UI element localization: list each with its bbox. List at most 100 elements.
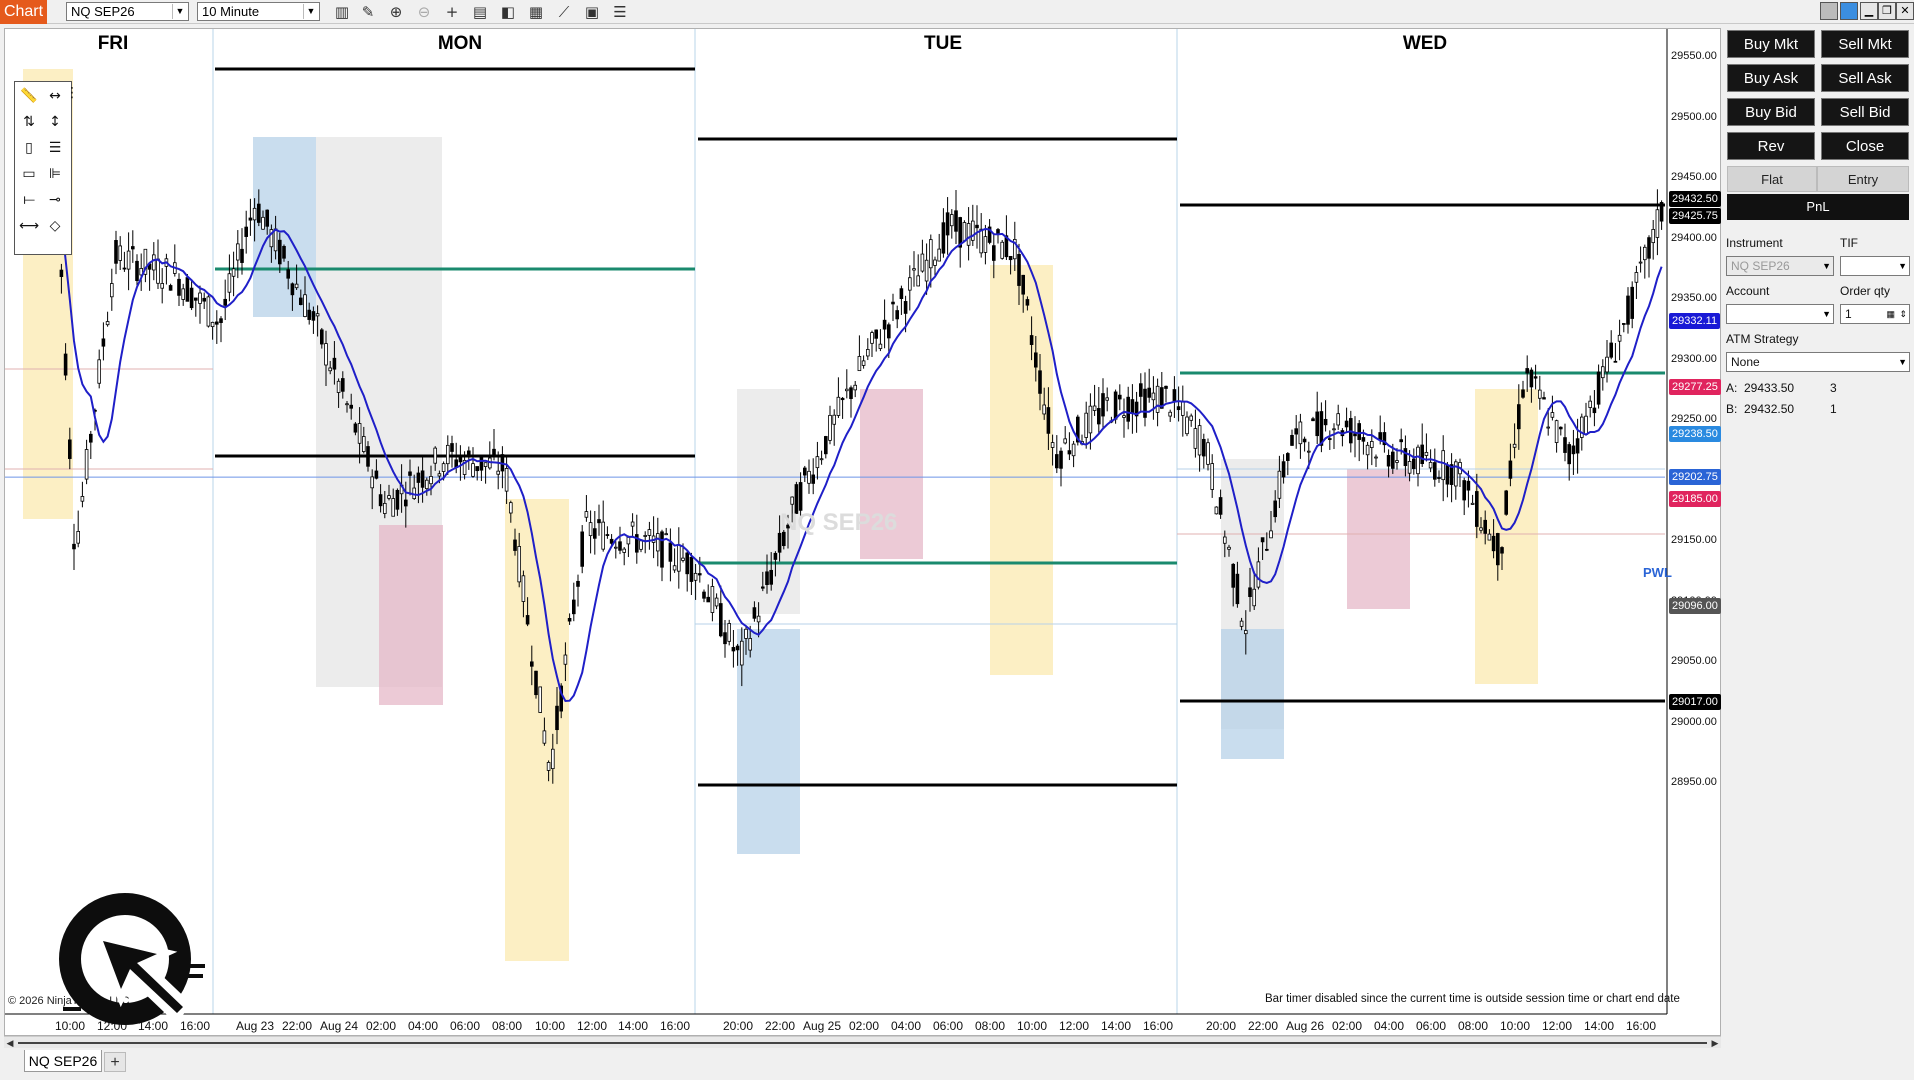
horizontal-measure-icon[interactable]: ↔ xyxy=(43,85,67,107)
candle-body xyxy=(1181,401,1185,416)
crosshair-icon[interactable]: + xyxy=(441,2,463,22)
ruler-icon[interactable]: 📏 xyxy=(17,85,41,107)
minimize-icon[interactable]: ▁ xyxy=(1860,2,1878,20)
restore-icon[interactable]: ❐ xyxy=(1878,2,1896,20)
scrollbar-thumb[interactable] xyxy=(18,1042,1707,1044)
candle-body xyxy=(420,470,425,488)
candle-body xyxy=(1097,408,1101,425)
bar-type-icon[interactable]: ▥ xyxy=(331,2,353,22)
sell-market-button[interactable]: Sell Mkt xyxy=(1821,30,1909,58)
candle-body xyxy=(1420,444,1425,465)
line-segment-icon[interactable]: ⟝ xyxy=(17,189,41,211)
ray-icon[interactable]: ⊸ xyxy=(43,189,67,211)
vertical-line-icon[interactable]: ↕ xyxy=(43,111,67,133)
tab-nq-sep26[interactable]: NQ SEP26 xyxy=(24,1050,102,1072)
candle-body xyxy=(231,268,236,277)
scroll-right-icon[interactable]: ▶ xyxy=(1709,1037,1721,1049)
pnl-display[interactable]: PnL xyxy=(1727,194,1909,220)
candle-body xyxy=(80,496,85,502)
candle-body xyxy=(1223,536,1227,544)
candle-body xyxy=(975,224,979,229)
zoom-out-icon[interactable]: ⊖ xyxy=(413,2,435,22)
calculator-icon[interactable]: ▣ xyxy=(581,2,603,22)
extended-line-icon[interactable]: ⟷ xyxy=(17,215,41,237)
close-position-button[interactable]: Close xyxy=(1821,132,1909,160)
instrument-selector[interactable]: NQ SEP26 ▼ xyxy=(66,2,189,21)
calculator-icon[interactable]: ▦ xyxy=(1886,305,1895,323)
candle-body xyxy=(979,228,983,254)
qty-stepper-icon[interactable]: ⇕ xyxy=(1899,305,1907,323)
candle-body xyxy=(1265,548,1269,551)
lines-icon[interactable]: ☰ xyxy=(43,137,67,159)
indicators-list-icon[interactable]: ☰ xyxy=(609,2,631,22)
candle-body xyxy=(752,607,757,619)
palette-grip-icon[interactable]: ⋮ xyxy=(65,82,79,104)
candle-body xyxy=(1638,261,1643,264)
candle-body xyxy=(1050,442,1055,448)
chart-trader-panel: Buy Mkt Sell Mkt Buy Ask Sell Ask Buy Bi… xyxy=(1722,24,1914,1050)
risk-reward-icon[interactable]: ⇅ xyxy=(17,111,41,133)
candle-body xyxy=(866,349,870,357)
horizontal-scrollbar[interactable]: ◀ ▶ xyxy=(4,1036,1721,1048)
candle-body xyxy=(1101,393,1105,417)
properties-icon[interactable]: ◧ xyxy=(497,2,519,22)
window-link-icon[interactable] xyxy=(1840,2,1858,20)
entry-mode-button[interactable]: Entry xyxy=(1817,166,1909,192)
rectangle-tall-icon[interactable]: ▯ xyxy=(17,137,41,159)
candle-body xyxy=(1034,352,1038,368)
buy-market-button[interactable]: Buy Mkt xyxy=(1727,30,1815,58)
chart-tabs: NQ SEP26 + xyxy=(0,1050,1914,1080)
candle-body xyxy=(1151,392,1156,401)
close-icon[interactable]: ✕ xyxy=(1896,2,1914,20)
candle-body xyxy=(1290,434,1294,446)
candle-body xyxy=(761,586,765,589)
candle-body xyxy=(567,617,572,622)
add-tab-button[interactable]: + xyxy=(104,1052,126,1072)
candle-body xyxy=(244,226,249,237)
diamond-icon[interactable]: ◇ xyxy=(43,215,67,237)
candle-body xyxy=(387,495,391,499)
buy-ask-button[interactable]: Buy Ask xyxy=(1727,64,1815,92)
candle-body xyxy=(681,557,685,561)
candle-body xyxy=(357,423,362,444)
window-tile-icon[interactable] xyxy=(1820,2,1838,20)
instrument-field[interactable]: NQ SEP26 ▼ xyxy=(1726,256,1834,276)
candle-body xyxy=(1118,394,1122,400)
candle-body xyxy=(971,220,975,241)
candle-body xyxy=(1063,438,1068,444)
sell-ask-button[interactable]: Sell Ask xyxy=(1821,64,1909,92)
atm-strategy-select[interactable]: None ▼ xyxy=(1726,352,1910,372)
candle-body xyxy=(807,470,811,484)
account-select[interactable]: ▼ xyxy=(1726,304,1834,324)
rectangle-icon[interactable]: ▭ xyxy=(17,163,41,185)
candle-body xyxy=(773,552,778,560)
candle-body xyxy=(315,313,320,317)
candle-body xyxy=(1525,368,1530,374)
templates-icon[interactable]: ▦ xyxy=(525,2,547,22)
sell-bid-button[interactable]: Sell Bid xyxy=(1821,98,1909,126)
company-logo xyxy=(59,893,205,1025)
candle-body xyxy=(185,277,190,302)
candle-body xyxy=(122,267,127,270)
buy-bid-button[interactable]: Buy Bid xyxy=(1727,98,1815,126)
fib-icon[interactable]: ⊫ xyxy=(43,163,67,185)
tif-select[interactable]: ▼ xyxy=(1840,256,1910,276)
candle-body xyxy=(811,474,815,484)
reverse-button[interactable]: Rev xyxy=(1727,132,1815,160)
draw-pencil-icon[interactable]: ✎ xyxy=(357,2,379,22)
candle-body xyxy=(819,458,824,461)
candle-body xyxy=(311,311,316,321)
zoom-in-icon[interactable]: ⊕ xyxy=(385,2,407,22)
order-qty-input[interactable]: 1 ▦ ⇕ xyxy=(1840,304,1910,324)
candle-body xyxy=(277,239,282,265)
flat-mode-button[interactable]: Flat xyxy=(1727,166,1817,192)
candle-body xyxy=(256,203,261,223)
price-chart[interactable]: FRI MON TUE WED NQ SEP26 PWL 10:00 12:00 1… xyxy=(4,28,1721,1036)
interval-selector[interactable]: 10 Minute ▼ xyxy=(197,2,320,21)
data-box-icon[interactable]: ▤ xyxy=(469,2,491,22)
candle-body xyxy=(765,571,769,585)
candle-body xyxy=(353,423,358,433)
strategies-icon[interactable]: ⟋ xyxy=(553,2,575,22)
scroll-left-icon[interactable]: ◀ xyxy=(4,1037,16,1049)
candle-body xyxy=(874,329,878,339)
